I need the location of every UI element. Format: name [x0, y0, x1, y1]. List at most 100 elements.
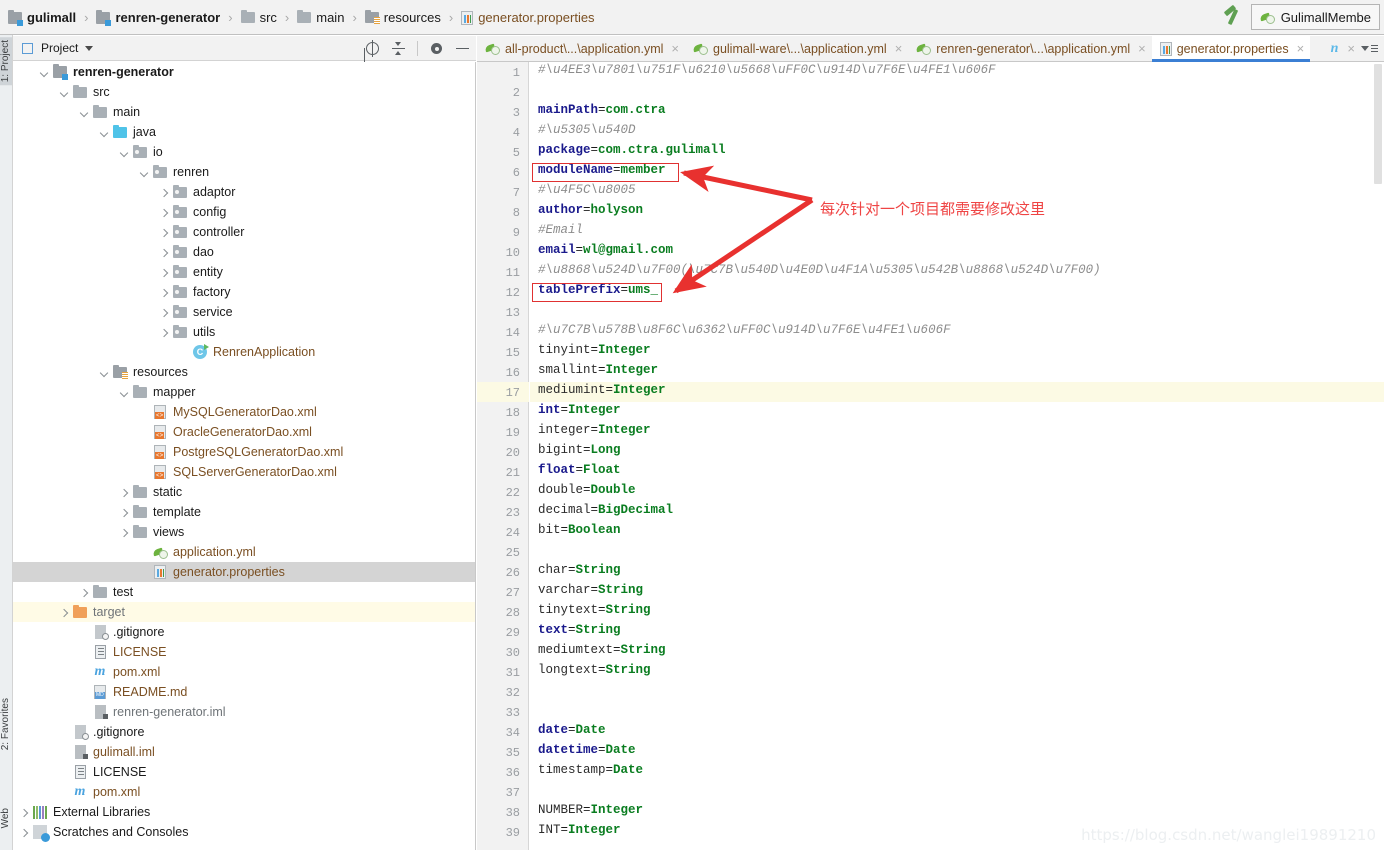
- code-line[interactable]: varchar=String: [530, 582, 1384, 602]
- breadcrumb-item-src[interactable]: src: [239, 0, 279, 35]
- chevron-down-icon[interactable]: [79, 107, 90, 118]
- chevron-down-icon[interactable]: [119, 387, 130, 398]
- tree-node--gitignore[interactable]: .gitignore: [13, 622, 475, 642]
- code-line[interactable]: mainPath=com.ctra: [530, 102, 1384, 122]
- close-icon[interactable]: ×: [1138, 41, 1146, 56]
- code-line[interactable]: email=wl@gmail.com: [530, 242, 1384, 262]
- tree-node-application-yml[interactable]: application.yml: [13, 542, 475, 562]
- tree-node-generator-properties[interactable]: generator.properties: [13, 562, 475, 582]
- tool-window-project[interactable]: 1: Project: [0, 37, 12, 86]
- tool-window-web[interactable]: Web: [0, 805, 12, 831]
- code-line[interactable]: text=String: [530, 622, 1384, 642]
- code-line[interactable]: date=Date: [530, 722, 1384, 742]
- code-line[interactable]: bigint=Long: [530, 442, 1384, 462]
- settings-gear-icon[interactable]: [429, 41, 444, 56]
- editor-tab-renren-generator-----application-yml[interactable]: renren-generator\...\application.yml ×: [908, 36, 1151, 61]
- locate-target-icon[interactable]: [365, 40, 380, 57]
- tree-node-config[interactable]: config: [13, 202, 475, 222]
- breadcrumb-item-resources[interactable]: resources: [363, 0, 443, 35]
- editor-tab-all-product-----application-yml[interactable]: all-product\...\application.yml ×: [477, 36, 685, 61]
- chevron-right-icon[interactable]: [119, 527, 130, 538]
- tree-node-views[interactable]: views: [13, 522, 475, 542]
- chevron-down-icon[interactable]: [39, 67, 50, 78]
- chevron-right-icon[interactable]: [119, 507, 130, 518]
- chevron-right-icon[interactable]: [159, 327, 170, 338]
- chevron-right-icon[interactable]: [159, 267, 170, 278]
- tree-node-factory[interactable]: factory: [13, 282, 475, 302]
- tree-node-gulimall-iml[interactable]: gulimall.iml: [13, 742, 475, 762]
- tree-node-sqlservergeneratordao-xml[interactable]: SQLServerGeneratorDao.xml: [13, 462, 475, 482]
- chevron-right-icon[interactable]: [159, 207, 170, 218]
- chevron-down-icon[interactable]: [119, 147, 130, 158]
- tree-node-controller[interactable]: controller: [13, 222, 475, 242]
- code-line[interactable]: longtext=String: [530, 662, 1384, 682]
- editor-tab-generator-properties[interactable]: generator.properties ×: [1151, 36, 1311, 62]
- tree-node-oraclegeneratordao-xml[interactable]: OracleGeneratorDao.xml: [13, 422, 475, 442]
- nginx-file-icon[interactable]: n: [1331, 41, 1339, 57]
- project-tree[interactable]: renren-generator src main java io renren adapt…: [13, 62, 476, 850]
- tree-node-renrenapplication[interactable]: C RenrenApplication: [13, 342, 475, 362]
- tree-node-template[interactable]: template: [13, 502, 475, 522]
- collapse-all-icon[interactable]: [391, 41, 406, 56]
- hammer-icon[interactable]: [1221, 6, 1243, 28]
- code-line[interactable]: [530, 302, 1384, 322]
- chevron-right-icon[interactable]: [79, 587, 90, 598]
- code-line[interactable]: tinytext=String: [530, 602, 1384, 622]
- code-line[interactable]: float=Float: [530, 462, 1384, 482]
- chevron-right-icon[interactable]: [159, 187, 170, 198]
- code-line[interactable]: #Email: [530, 222, 1384, 242]
- tree-node-renren[interactable]: renren: [13, 162, 475, 182]
- code-line[interactable]: datetime=Date: [530, 742, 1384, 762]
- tree-node-readme-md[interactable]: README.md: [13, 682, 475, 702]
- chevron-down-icon[interactable]: [99, 367, 110, 378]
- tab-list-dropdown[interactable]: [1361, 45, 1378, 52]
- chevron-right-icon[interactable]: [19, 807, 30, 818]
- code-line[interactable]: tinyint=Integer: [530, 342, 1384, 362]
- hide-icon[interactable]: [455, 41, 470, 56]
- tree-node-license[interactable]: LICENSE: [13, 762, 475, 782]
- tree-node-external-libraries[interactable]: External Libraries: [13, 802, 475, 822]
- chevron-down-icon[interactable]: [85, 46, 93, 51]
- tree-node-mysqlgeneratordao-xml[interactable]: MySQLGeneratorDao.xml: [13, 402, 475, 422]
- tree-node-renren-generator-iml[interactable]: renren-generator.iml: [13, 702, 475, 722]
- chevron-right-icon[interactable]: [159, 227, 170, 238]
- tree-node-dao[interactable]: dao: [13, 242, 475, 262]
- tree-node-utils[interactable]: utils: [13, 322, 475, 342]
- tree-node-target[interactable]: target: [13, 602, 475, 622]
- code-line[interactable]: [530, 82, 1384, 102]
- tree-node-postgresqlgeneratordao-xml[interactable]: PostgreSQLGeneratorDao.xml: [13, 442, 475, 462]
- close-icon[interactable]: ×: [1297, 41, 1305, 56]
- breadcrumb-item-generator-properties[interactable]: generator.properties: [459, 0, 596, 35]
- close-icon[interactable]: ×: [895, 41, 903, 56]
- code-line[interactable]: [530, 702, 1384, 722]
- tree-node-test[interactable]: test: [13, 582, 475, 602]
- code-line[interactable]: [530, 782, 1384, 802]
- code-line[interactable]: #\u4EE3\u7801\u751F\u6210\u5668\uFF0C\u9…: [530, 62, 1384, 82]
- tree-node-mapper[interactable]: mapper: [13, 382, 475, 402]
- tree-node-pom-xml[interactable]: m pom.xml: [13, 662, 475, 682]
- code-line[interactable]: smallint=Integer: [530, 362, 1384, 382]
- code-line[interactable]: package=com.ctra.gulimall: [530, 142, 1384, 162]
- tree-node--gitignore[interactable]: .gitignore: [13, 722, 475, 742]
- tree-node-io[interactable]: io: [13, 142, 475, 162]
- code-line[interactable]: mediumint=Integer: [530, 382, 1384, 402]
- tree-node-main[interactable]: main: [13, 102, 475, 122]
- chevron-right-icon[interactable]: [119, 487, 130, 498]
- chevron-down-icon[interactable]: [139, 167, 150, 178]
- breadcrumb-item-gulimall[interactable]: gulimall: [6, 0, 78, 35]
- tree-node-adaptor[interactable]: adaptor: [13, 182, 475, 202]
- close-icon[interactable]: ×: [671, 41, 679, 56]
- close-icon[interactable]: ×: [1347, 41, 1355, 56]
- tree-node-scratches-and-consoles[interactable]: Scratches and Consoles: [13, 822, 475, 842]
- code-line[interactable]: bit=Boolean: [530, 522, 1384, 542]
- tree-node-service[interactable]: service: [13, 302, 475, 322]
- chevron-right-icon[interactable]: [19, 827, 30, 838]
- breadcrumb-item-main[interactable]: main: [295, 0, 346, 35]
- chevron-down-icon[interactable]: [99, 127, 110, 138]
- code-line[interactable]: decimal=BigDecimal: [530, 502, 1384, 522]
- breadcrumb-item-renren-generator[interactable]: renren-generator: [94, 0, 222, 35]
- code-line[interactable]: #\u5305\u540D: [530, 122, 1384, 142]
- code-line[interactable]: int=Integer: [530, 402, 1384, 422]
- run-config-selector[interactable]: GulimallMembe: [1250, 4, 1380, 30]
- chevron-right-icon[interactable]: [159, 287, 170, 298]
